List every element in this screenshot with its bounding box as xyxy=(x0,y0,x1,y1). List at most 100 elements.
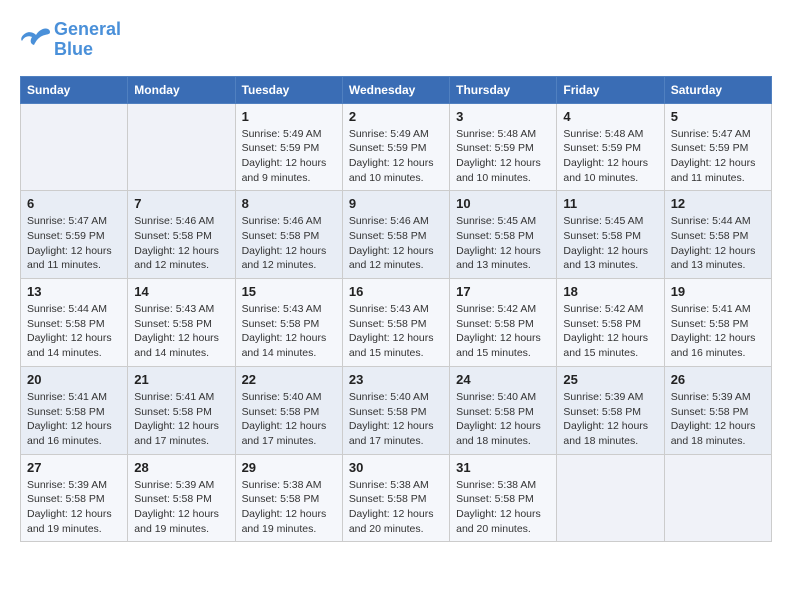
day-number: 20 xyxy=(27,372,121,387)
day-number: 31 xyxy=(456,460,550,475)
calendar-cell: 5 Sunrise: 5:47 AMSunset: 5:59 PMDaylight… xyxy=(664,103,771,191)
weekday-header-sunday: Sunday xyxy=(21,76,128,103)
day-number: 23 xyxy=(349,372,443,387)
calendar-cell: 17 Sunrise: 5:42 AMSunset: 5:58 PMDayligh… xyxy=(450,279,557,367)
day-number: 6 xyxy=(27,196,121,211)
calendar-week-4: 20 Sunrise: 5:41 AMSunset: 5:58 PMDayligh… xyxy=(21,366,772,454)
calendar-cell: 4Sunrise: 5:48 AMSunset: 5:59 PMDaylight… xyxy=(557,103,664,191)
calendar-cell: 19 Sunrise: 5:41 AMSunset: 5:58 PMDayligh… xyxy=(664,279,771,367)
day-info: Sunrise: 5:39 AMSunset: 5:58 PMDaylight:… xyxy=(563,390,657,449)
calendar-cell: 18 Sunrise: 5:42 AMSunset: 5:58 PMDayligh… xyxy=(557,279,664,367)
day-number: 28 xyxy=(134,460,228,475)
calendar-cell xyxy=(128,103,235,191)
day-info: Sunrise: 5:46 AMSunset: 5:58 PMDaylight:… xyxy=(242,214,336,273)
calendar-cell: 15Sunrise: 5:43 AMSunset: 5:58 PMDayligh… xyxy=(235,279,342,367)
day-number: 8 xyxy=(242,196,336,211)
day-number: 18 xyxy=(563,284,657,299)
day-number: 7 xyxy=(134,196,228,211)
logo-blue: Blue xyxy=(54,39,93,59)
day-number: 25 xyxy=(563,372,657,387)
calendar-week-2: 6Sunrise: 5:47 AMSunset: 5:59 PMDaylight… xyxy=(21,191,772,279)
day-info: Sunrise: 5:44 AMSunset: 5:58 PMDaylight:… xyxy=(27,302,121,361)
page-header: General Blue xyxy=(20,20,772,60)
weekday-header-thursday: Thursday xyxy=(450,76,557,103)
day-number: 24 xyxy=(456,372,550,387)
day-number: 13 xyxy=(27,284,121,299)
day-info: Sunrise: 5:38 AMSunset: 5:58 PMDaylight:… xyxy=(242,478,336,537)
day-info: Sunrise: 5:42 AMSunset: 5:58 PMDaylight:… xyxy=(563,302,657,361)
logo-icon xyxy=(20,25,50,49)
calendar-cell: 12 Sunrise: 5:44 AMSunset: 5:58 PMDayligh… xyxy=(664,191,771,279)
day-info: Sunrise: 5:38 AMSunset: 5:58 PMDaylight:… xyxy=(456,478,550,537)
day-info: Sunrise: 5:45 AMSunset: 5:58 PMDaylight:… xyxy=(563,214,657,273)
day-number: 1 xyxy=(242,109,336,124)
day-info: Sunrise: 5:40 AMSunset: 5:58 PMDaylight:… xyxy=(349,390,443,449)
calendar-cell: 25 Sunrise: 5:39 AMSunset: 5:58 PMDayligh… xyxy=(557,366,664,454)
calendar-cell xyxy=(664,454,771,542)
day-info: Sunrise: 5:39 AMSunset: 5:58 PMDaylight:… xyxy=(134,478,228,537)
calendar-cell: 31 Sunrise: 5:38 AMSunset: 5:58 PMDayligh… xyxy=(450,454,557,542)
calendar-cell xyxy=(557,454,664,542)
day-info: Sunrise: 5:44 AMSunset: 5:58 PMDaylight:… xyxy=(671,214,765,273)
day-number: 27 xyxy=(27,460,121,475)
calendar-cell: 6Sunrise: 5:47 AMSunset: 5:59 PMDaylight… xyxy=(21,191,128,279)
calendar-cell: 24 Sunrise: 5:40 AMSunset: 5:58 PMDayligh… xyxy=(450,366,557,454)
day-info: Sunrise: 5:42 AMSunset: 5:58 PMDaylight:… xyxy=(456,302,550,361)
calendar-cell: 1 Sunrise: 5:49 AMSunset: 5:59 PMDaylight… xyxy=(235,103,342,191)
day-info: Sunrise: 5:43 AMSunset: 5:58 PMDaylight:… xyxy=(134,302,228,361)
day-number: 16 xyxy=(349,284,443,299)
day-info: Sunrise: 5:43 AMSunset: 5:58 PMDaylight:… xyxy=(349,302,443,361)
calendar-cell: 14 Sunrise: 5:43 AMSunset: 5:58 PMDayligh… xyxy=(128,279,235,367)
logo-general: General xyxy=(54,19,121,39)
day-number: 19 xyxy=(671,284,765,299)
calendar-cell: 21Sunrise: 5:41 AMSunset: 5:58 PMDayligh… xyxy=(128,366,235,454)
day-number: 12 xyxy=(671,196,765,211)
calendar-cell: 16 Sunrise: 5:43 AMSunset: 5:58 PMDayligh… xyxy=(342,279,449,367)
calendar-cell: 9Sunrise: 5:46 AMSunset: 5:58 PMDaylight… xyxy=(342,191,449,279)
logo-text: General Blue xyxy=(54,20,121,60)
calendar-cell xyxy=(21,103,128,191)
calendar-cell: 10Sunrise: 5:45 AMSunset: 5:58 PMDayligh… xyxy=(450,191,557,279)
day-number: 4 xyxy=(563,109,657,124)
day-info: Sunrise: 5:41 AMSunset: 5:58 PMDaylight:… xyxy=(27,390,121,449)
calendar-cell: 2 Sunrise: 5:49 AMSunset: 5:59 PMDaylight… xyxy=(342,103,449,191)
calendar-cell: 27Sunrise: 5:39 AMSunset: 5:58 PMDayligh… xyxy=(21,454,128,542)
day-info: Sunrise: 5:41 AMSunset: 5:58 PMDaylight:… xyxy=(671,302,765,361)
weekday-header-wednesday: Wednesday xyxy=(342,76,449,103)
day-info: Sunrise: 5:46 AMSunset: 5:58 PMDaylight:… xyxy=(134,214,228,273)
day-number: 2 xyxy=(349,109,443,124)
day-number: 14 xyxy=(134,284,228,299)
day-info: Sunrise: 5:38 AMSunset: 5:58 PMDaylight:… xyxy=(349,478,443,537)
day-info: Sunrise: 5:46 AMSunset: 5:58 PMDaylight:… xyxy=(349,214,443,273)
day-info: Sunrise: 5:47 AMSunset: 5:59 PMDaylight:… xyxy=(671,127,765,186)
day-info: Sunrise: 5:45 AMSunset: 5:58 PMDaylight:… xyxy=(456,214,550,273)
weekday-header-monday: Monday xyxy=(128,76,235,103)
day-info: Sunrise: 5:40 AMSunset: 5:58 PMDaylight:… xyxy=(456,390,550,449)
day-info: Sunrise: 5:43 AMSunset: 5:58 PMDaylight:… xyxy=(242,302,336,361)
day-info: Sunrise: 5:49 AMSunset: 5:59 PMDaylight:… xyxy=(242,127,336,186)
weekday-header-tuesday: Tuesday xyxy=(235,76,342,103)
calendar-cell: 26Sunrise: 5:39 AMSunset: 5:58 PMDayligh… xyxy=(664,366,771,454)
logo: General Blue xyxy=(20,20,121,60)
calendar-cell: 28 Sunrise: 5:39 AMSunset: 5:58 PMDayligh… xyxy=(128,454,235,542)
calendar-cell: 30 Sunrise: 5:38 AMSunset: 5:58 PMDayligh… xyxy=(342,454,449,542)
day-info: Sunrise: 5:40 AMSunset: 5:58 PMDaylight:… xyxy=(242,390,336,449)
day-number: 3 xyxy=(456,109,550,124)
calendar-cell: 3 Sunrise: 5:48 AMSunset: 5:59 PMDaylight… xyxy=(450,103,557,191)
day-number: 17 xyxy=(456,284,550,299)
day-number: 5 xyxy=(671,109,765,124)
calendar-cell: 13 Sunrise: 5:44 AMSunset: 5:58 PMDayligh… xyxy=(21,279,128,367)
calendar-cell: 20 Sunrise: 5:41 AMSunset: 5:58 PMDayligh… xyxy=(21,366,128,454)
calendar-week-3: 13 Sunrise: 5:44 AMSunset: 5:58 PMDayligh… xyxy=(21,279,772,367)
calendar-cell: 23 Sunrise: 5:40 AMSunset: 5:58 PMDayligh… xyxy=(342,366,449,454)
day-number: 30 xyxy=(349,460,443,475)
day-info: Sunrise: 5:41 AMSunset: 5:58 PMDaylight:… xyxy=(134,390,228,449)
calendar-cell: 8 Sunrise: 5:46 AMSunset: 5:58 PMDaylight… xyxy=(235,191,342,279)
day-number: 26 xyxy=(671,372,765,387)
day-number: 22 xyxy=(242,372,336,387)
day-info: Sunrise: 5:49 AMSunset: 5:59 PMDaylight:… xyxy=(349,127,443,186)
day-info: Sunrise: 5:48 AMSunset: 5:59 PMDaylight:… xyxy=(456,127,550,186)
day-number: 29 xyxy=(242,460,336,475)
calendar-week-5: 27 Sunrise: 5:39 AMSunset: 5:58 PMDayligh… xyxy=(21,454,772,542)
weekday-header-saturday: Saturday xyxy=(664,76,771,103)
